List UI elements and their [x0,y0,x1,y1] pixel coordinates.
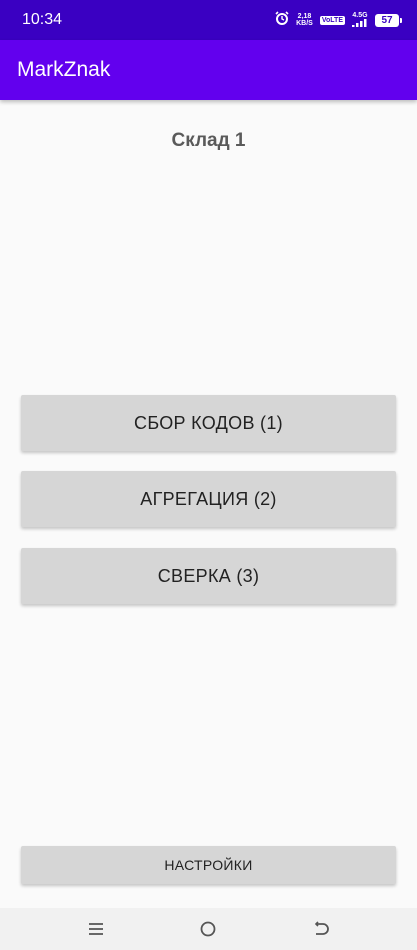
network-speed-unit: KB/S [296,20,313,27]
menu-icon[interactable] [76,914,116,944]
network-type: 4.5G [352,12,368,29]
warehouse-title: Склад 1 [171,130,246,151]
status-time: 10:34 [22,11,63,28]
battery-icon: 57 [375,13,402,27]
status-bar: 10:34 2,18 KB/S VoLTE 4.5G 57 [0,0,417,40]
reconciliation-button[interactable]: СВЕРКА (3) [21,548,396,604]
status-icons: 2,18 KB/S VoLTE 4.5G 57 [275,10,402,30]
network-speed-value: 2,18 [297,13,312,20]
collect-codes-button[interactable]: СБОР КОДОВ (1) [21,395,396,451]
app-title: MarkZnak [17,58,111,81]
signal-icon [352,18,368,29]
volte-badge: VoLTE [319,15,345,25]
aggregation-button[interactable]: АГРЕГАЦИЯ (2) [21,471,396,527]
network-type-label: 4.5G [352,11,368,19]
network-speed: 2,18 KB/S [296,13,313,27]
navigation-bar [0,908,417,950]
home-icon[interactable] [188,914,228,944]
back-icon[interactable] [301,914,341,944]
alarm-icon [275,10,289,30]
app-bar: MarkZnak [0,40,417,100]
settings-button[interactable]: НАСТРОЙКИ [21,846,396,884]
battery-level: 57 [381,14,393,26]
